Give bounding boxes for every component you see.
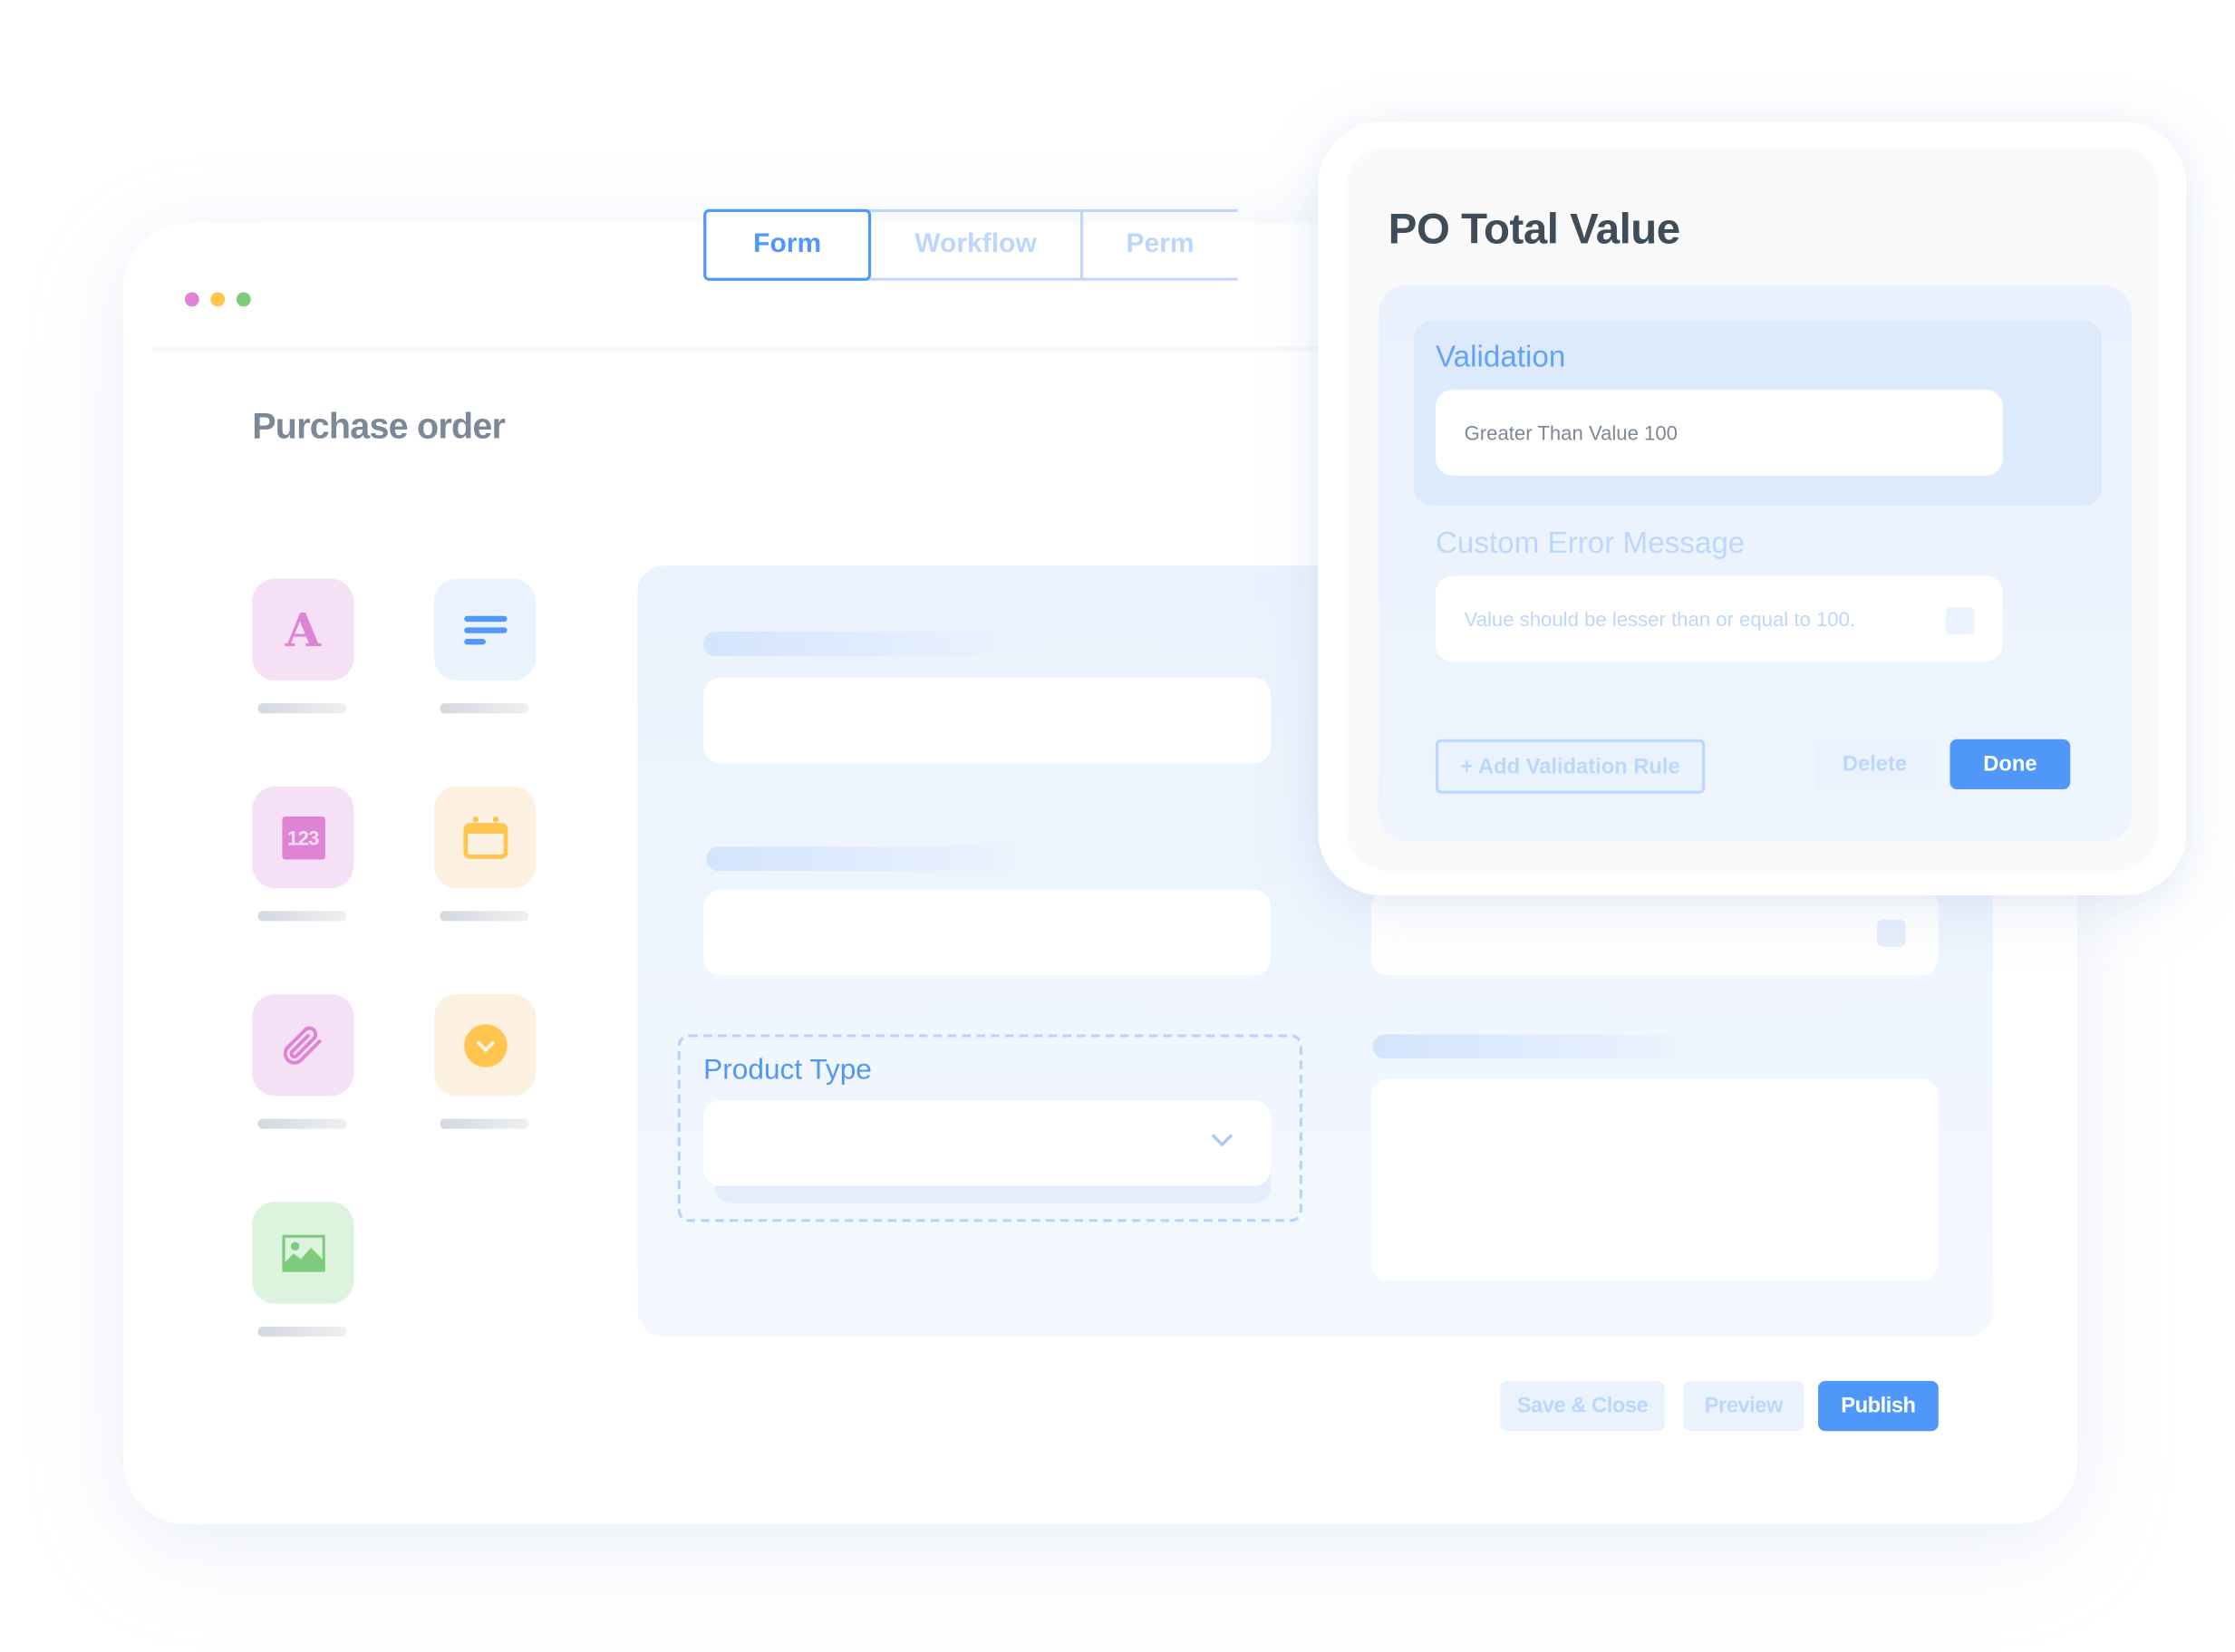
- product-type-label: Product Type: [703, 1054, 872, 1087]
- field-chip: [1945, 607, 1975, 635]
- palette-label-placeholder: [440, 911, 529, 922]
- form-field-placeholder[interactable]: [1370, 1078, 1939, 1281]
- save-and-close-button[interactable]: Save & Close: [1500, 1380, 1665, 1432]
- custom-error-label: Custom Error Message: [1435, 527, 1746, 561]
- date-field-icon: [462, 816, 508, 858]
- field-label-placeholder: [706, 846, 1019, 872]
- field-label-placeholder: [703, 632, 1016, 657]
- done-button[interactable]: Done: [1950, 739, 2071, 790]
- palette-item-number[interactable]: 123: [252, 786, 354, 889]
- number-field-icon: 123: [281, 816, 325, 859]
- palette-label-placeholder: [257, 1326, 347, 1337]
- palette-item-dropdown[interactable]: [433, 994, 537, 1097]
- palette-item-date[interactable]: [433, 786, 537, 889]
- palette-label-placeholder: [257, 703, 347, 714]
- field-chip: [1876, 919, 1906, 947]
- palette-item-text[interactable]: A: [252, 578, 354, 681]
- window-maximize-dot[interactable]: [236, 292, 251, 307]
- custom-error-text: Value should be lesser than or equal to …: [1464, 607, 1856, 631]
- palette-label-placeholder: [257, 911, 347, 922]
- palette-item-attachment[interactable]: [252, 994, 354, 1097]
- tab-bar: Form Workflow Perm: [703, 208, 1238, 281]
- delete-button[interactable]: Delete: [1814, 739, 1935, 790]
- palette-label-placeholder: [440, 1118, 529, 1129]
- multiline-text-icon: [463, 614, 507, 644]
- window-close-dot[interactable]: [184, 292, 199, 307]
- field-label-placeholder: [1372, 1034, 1686, 1059]
- palette-label-placeholder: [257, 1118, 347, 1129]
- form-field-placeholder[interactable]: [703, 677, 1272, 764]
- form-field-placeholder[interactable]: [703, 889, 1272, 976]
- popup-title: PO Total Value: [1388, 206, 1680, 254]
- window-minimize-dot[interactable]: [210, 292, 226, 307]
- preview-button[interactable]: Preview: [1683, 1380, 1804, 1432]
- add-validation-rule-button[interactable]: + Add Validation Rule: [1435, 739, 1706, 794]
- palette-label-placeholder: [440, 703, 529, 714]
- tab-form[interactable]: Form: [703, 208, 872, 281]
- chevron-down-icon: [1212, 1134, 1233, 1147]
- page-title: Purchase order: [252, 406, 506, 448]
- text-field-icon: A: [285, 602, 321, 657]
- tab-permissions[interactable]: Perm: [1079, 211, 1238, 278]
- dropdown-field-icon: [463, 1023, 507, 1067]
- palette-item-multiline[interactable]: [433, 578, 537, 681]
- tab-workflow[interactable]: Workflow: [871, 212, 1080, 278]
- form-field-placeholder[interactable]: [1370, 889, 1939, 976]
- validation-rule-input[interactable]: Greater Than Value 100: [1435, 389, 2003, 476]
- image-field-icon: [281, 1233, 325, 1271]
- custom-error-input[interactable]: Value should be lesser than or equal to …: [1435, 575, 2003, 662]
- palette-item-image[interactable]: [252, 1202, 354, 1304]
- publish-button[interactable]: Publish: [1818, 1380, 1939, 1432]
- validation-label: Validation: [1435, 341, 1566, 374]
- product-type-select[interactable]: [703, 1100, 1272, 1186]
- attachment-icon: [283, 1025, 321, 1064]
